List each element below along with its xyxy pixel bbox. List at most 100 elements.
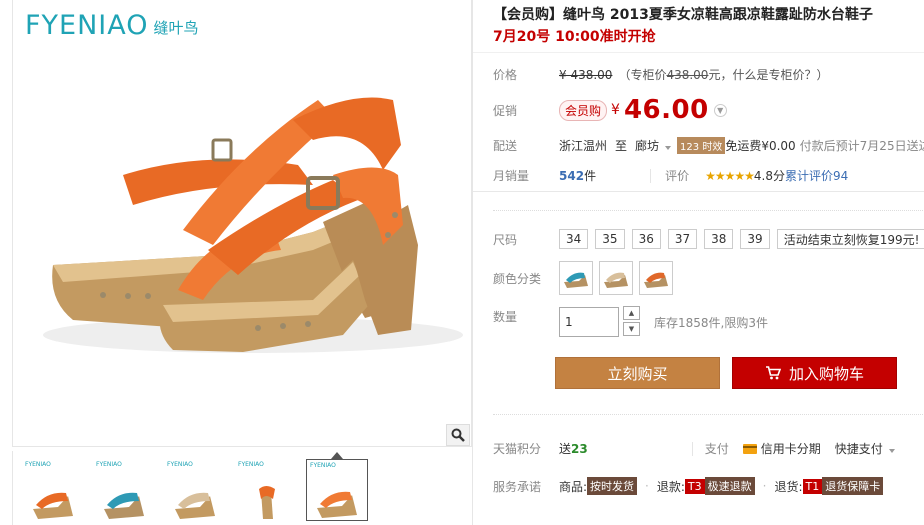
- original-price: ¥ 438.00: [559, 67, 613, 82]
- chevron-down-icon: [888, 449, 895, 453]
- increment-icon[interactable]: ▲: [623, 306, 640, 320]
- promo-price: 46.00: [623, 95, 709, 125]
- service-refund-label: 退款:: [656, 479, 685, 494]
- color-swatch-orange[interactable]: [639, 261, 673, 295]
- quantity-stepper: ▲ ▼: [623, 306, 640, 338]
- size-option[interactable]: 37: [667, 229, 698, 249]
- credit-installment[interactable]: 信用卡分期: [742, 440, 821, 457]
- separator-dot: ·: [762, 479, 767, 493]
- promo-row: 促销 会员购 ¥ 46.00 ▼: [493, 95, 727, 125]
- color-swatch-beige[interactable]: [599, 261, 633, 295]
- sales-unit: 件: [584, 169, 597, 183]
- size-option[interactable]: 34: [559, 229, 589, 249]
- thumbnail-4[interactable]: FYENIAO: [235, 459, 297, 521]
- quantity-input[interactable]: [559, 307, 619, 337]
- color-label: 颜色分类: [493, 271, 542, 286]
- buy-now-label: 立刻购买: [607, 364, 668, 383]
- divider: [691, 441, 693, 456]
- ship-from: 浙江温州: [559, 139, 608, 153]
- quantity-label: 数量: [493, 310, 518, 324]
- promo-label: 促销: [493, 103, 518, 118]
- product-title: 【会员购】缝叶鸟 2013夏季女凉鞋高跟凉鞋露趾防水台鞋子: [493, 7, 873, 23]
- brand-logo: FYENIAO 缝叶鸟: [25, 10, 199, 41]
- product-gallery: FYENIAO 缝叶鸟 FYENIAO FYENIAO FYENIAO FYEN…: [0, 0, 472, 525]
- service-goods-tag[interactable]: 按时发货: [587, 477, 638, 495]
- service-refund-code: T3: [684, 478, 705, 494]
- color-swatch-blue[interactable]: [559, 261, 593, 295]
- points-value: 23: [571, 441, 588, 456]
- quick-pay-selector[interactable]: 快捷支付: [835, 440, 895, 457]
- thumbnail-brand: FYENIAO: [25, 461, 51, 468]
- service-return-code: T1: [802, 478, 823, 494]
- thumbnail-strip: FYENIAO FYENIAO FYENIAO FYENIAO FYENIAO: [12, 451, 472, 525]
- star-rating-icon: ★★★★★: [705, 168, 755, 183]
- delivery-row: 配送 浙江温州 至 廊坊 123 时效 免运费¥0.00 付款后预计7月25日送…: [493, 137, 924, 154]
- thumbnail-1[interactable]: FYENIAO: [22, 459, 84, 521]
- credit-card-icon: [742, 443, 757, 454]
- decrement-icon[interactable]: ▼: [623, 322, 640, 336]
- delivery-label: 配送: [493, 139, 518, 153]
- size-option[interactable]: 39: [740, 229, 770, 249]
- size-option[interactable]: 35: [595, 229, 625, 249]
- size-option[interactable]: 36: [631, 229, 661, 249]
- brand-name-en: FYENIAO: [25, 10, 149, 41]
- price-row: 价格 ¥ 438.00 （专柜价438.00元，什么是专柜价？）: [493, 66, 828, 83]
- points-prefix: 送: [559, 442, 572, 456]
- payment-label: 支付: [704, 442, 729, 456]
- product-info-panel: 【会员购】缝叶鸟 2013夏季女凉鞋高跟凉鞋露趾防水台鞋子 7月20号 10:0…: [472, 0, 924, 525]
- buy-now-button[interactable]: 立刻购买: [555, 357, 720, 389]
- service-label: 服务承诺: [493, 479, 542, 494]
- currency-symbol: ¥: [611, 102, 620, 118]
- section-divider: [493, 414, 923, 415]
- thumbnail-brand: FYENIAO: [96, 461, 122, 468]
- monthly-sales-count: 542: [559, 168, 585, 183]
- product-subtitle: 7月20号 10:00准时开抢: [493, 29, 656, 45]
- size-option-note[interactable]: 活动结束立刻恢复199元!: [776, 229, 924, 249]
- points-label: 天猫积分: [493, 442, 542, 456]
- magnifier-icon[interactable]: [446, 424, 470, 446]
- separator-dot: ·: [645, 479, 649, 493]
- points-row: 天猫积分 送 23 支付 信用卡分期 快捷支付: [493, 440, 895, 457]
- stock-info: 库存1858件,限购3件: [654, 315, 768, 330]
- chevron-down-icon: [665, 146, 672, 150]
- divider: [650, 168, 652, 183]
- vip-tag: 会员购: [559, 99, 608, 121]
- thumbnail-5-selected[interactable]: FYENIAO: [306, 452, 368, 521]
- service-row: 服务承诺 商品: 按时发货 · 退款: T3 极速退款 · 退货: T1 退货保…: [493, 477, 884, 495]
- service-return-label: 退货:: [774, 479, 803, 494]
- delivery-badge: 123 时效: [677, 137, 726, 154]
- service-goods-label: 商品:: [559, 479, 588, 494]
- sales-label: 月销量: [493, 169, 530, 183]
- ship-to-word: 至: [615, 139, 628, 153]
- counter-price-tip[interactable]: （专柜价438.00元，什么是专柜价？）: [618, 66, 828, 83]
- thumbnail-brand: FYENIAO: [310, 462, 336, 469]
- thumbnail-brand: FYENIAO: [238, 461, 264, 468]
- cart-icon: [765, 366, 781, 380]
- rating-label: 评价: [665, 169, 690, 183]
- thumbnail-2[interactable]: FYENIAO: [93, 459, 155, 521]
- delivery-eta: 付款后预计7月25日送达: [799, 139, 924, 153]
- color-row: 颜色分类: [493, 261, 679, 295]
- size-row: 尺码 34 35 36 37 38 39 活动结束立刻恢复199元!: [493, 229, 924, 249]
- add-to-cart-label: 加入购物车: [788, 364, 864, 383]
- rating-score: 4.8分: [753, 169, 785, 183]
- section-divider: [493, 210, 923, 211]
- size-label: 尺码: [493, 232, 518, 247]
- quantity-row: 数量 ▲ ▼ 库存1858件,限购3件: [493, 306, 768, 338]
- brand-name-zh: 缝叶鸟: [153, 19, 199, 37]
- size-option[interactable]: 38: [704, 229, 734, 249]
- thumbnail-3[interactable]: FYENIAO: [164, 459, 226, 521]
- thumbnail-brand: FYENIAO: [167, 461, 193, 468]
- add-to-cart-button[interactable]: 加入购物车: [732, 357, 897, 389]
- ship-to-selector[interactable]: 廊坊: [635, 137, 672, 154]
- service-return-tag[interactable]: 退货保障卡: [822, 477, 884, 495]
- shipping-fee: 免运费¥0.00: [725, 139, 796, 153]
- review-count-link[interactable]: 累计评价94: [785, 167, 848, 184]
- sandal-illustration: [43, 97, 463, 353]
- main-product-image[interactable]: FYENIAO 缝叶鸟: [12, 0, 472, 447]
- size-options: 34 35 36 37 38 39 活动结束立刻恢复199元!: [559, 229, 924, 249]
- service-refund-tag[interactable]: 极速退款: [704, 477, 755, 495]
- price-label: 价格: [493, 68, 518, 82]
- sales-row: 月销量 542 件 评价 ★★★★★ 4.8分 累计评价94: [493, 167, 848, 184]
- chevron-down-icon[interactable]: ▼: [713, 103, 727, 117]
